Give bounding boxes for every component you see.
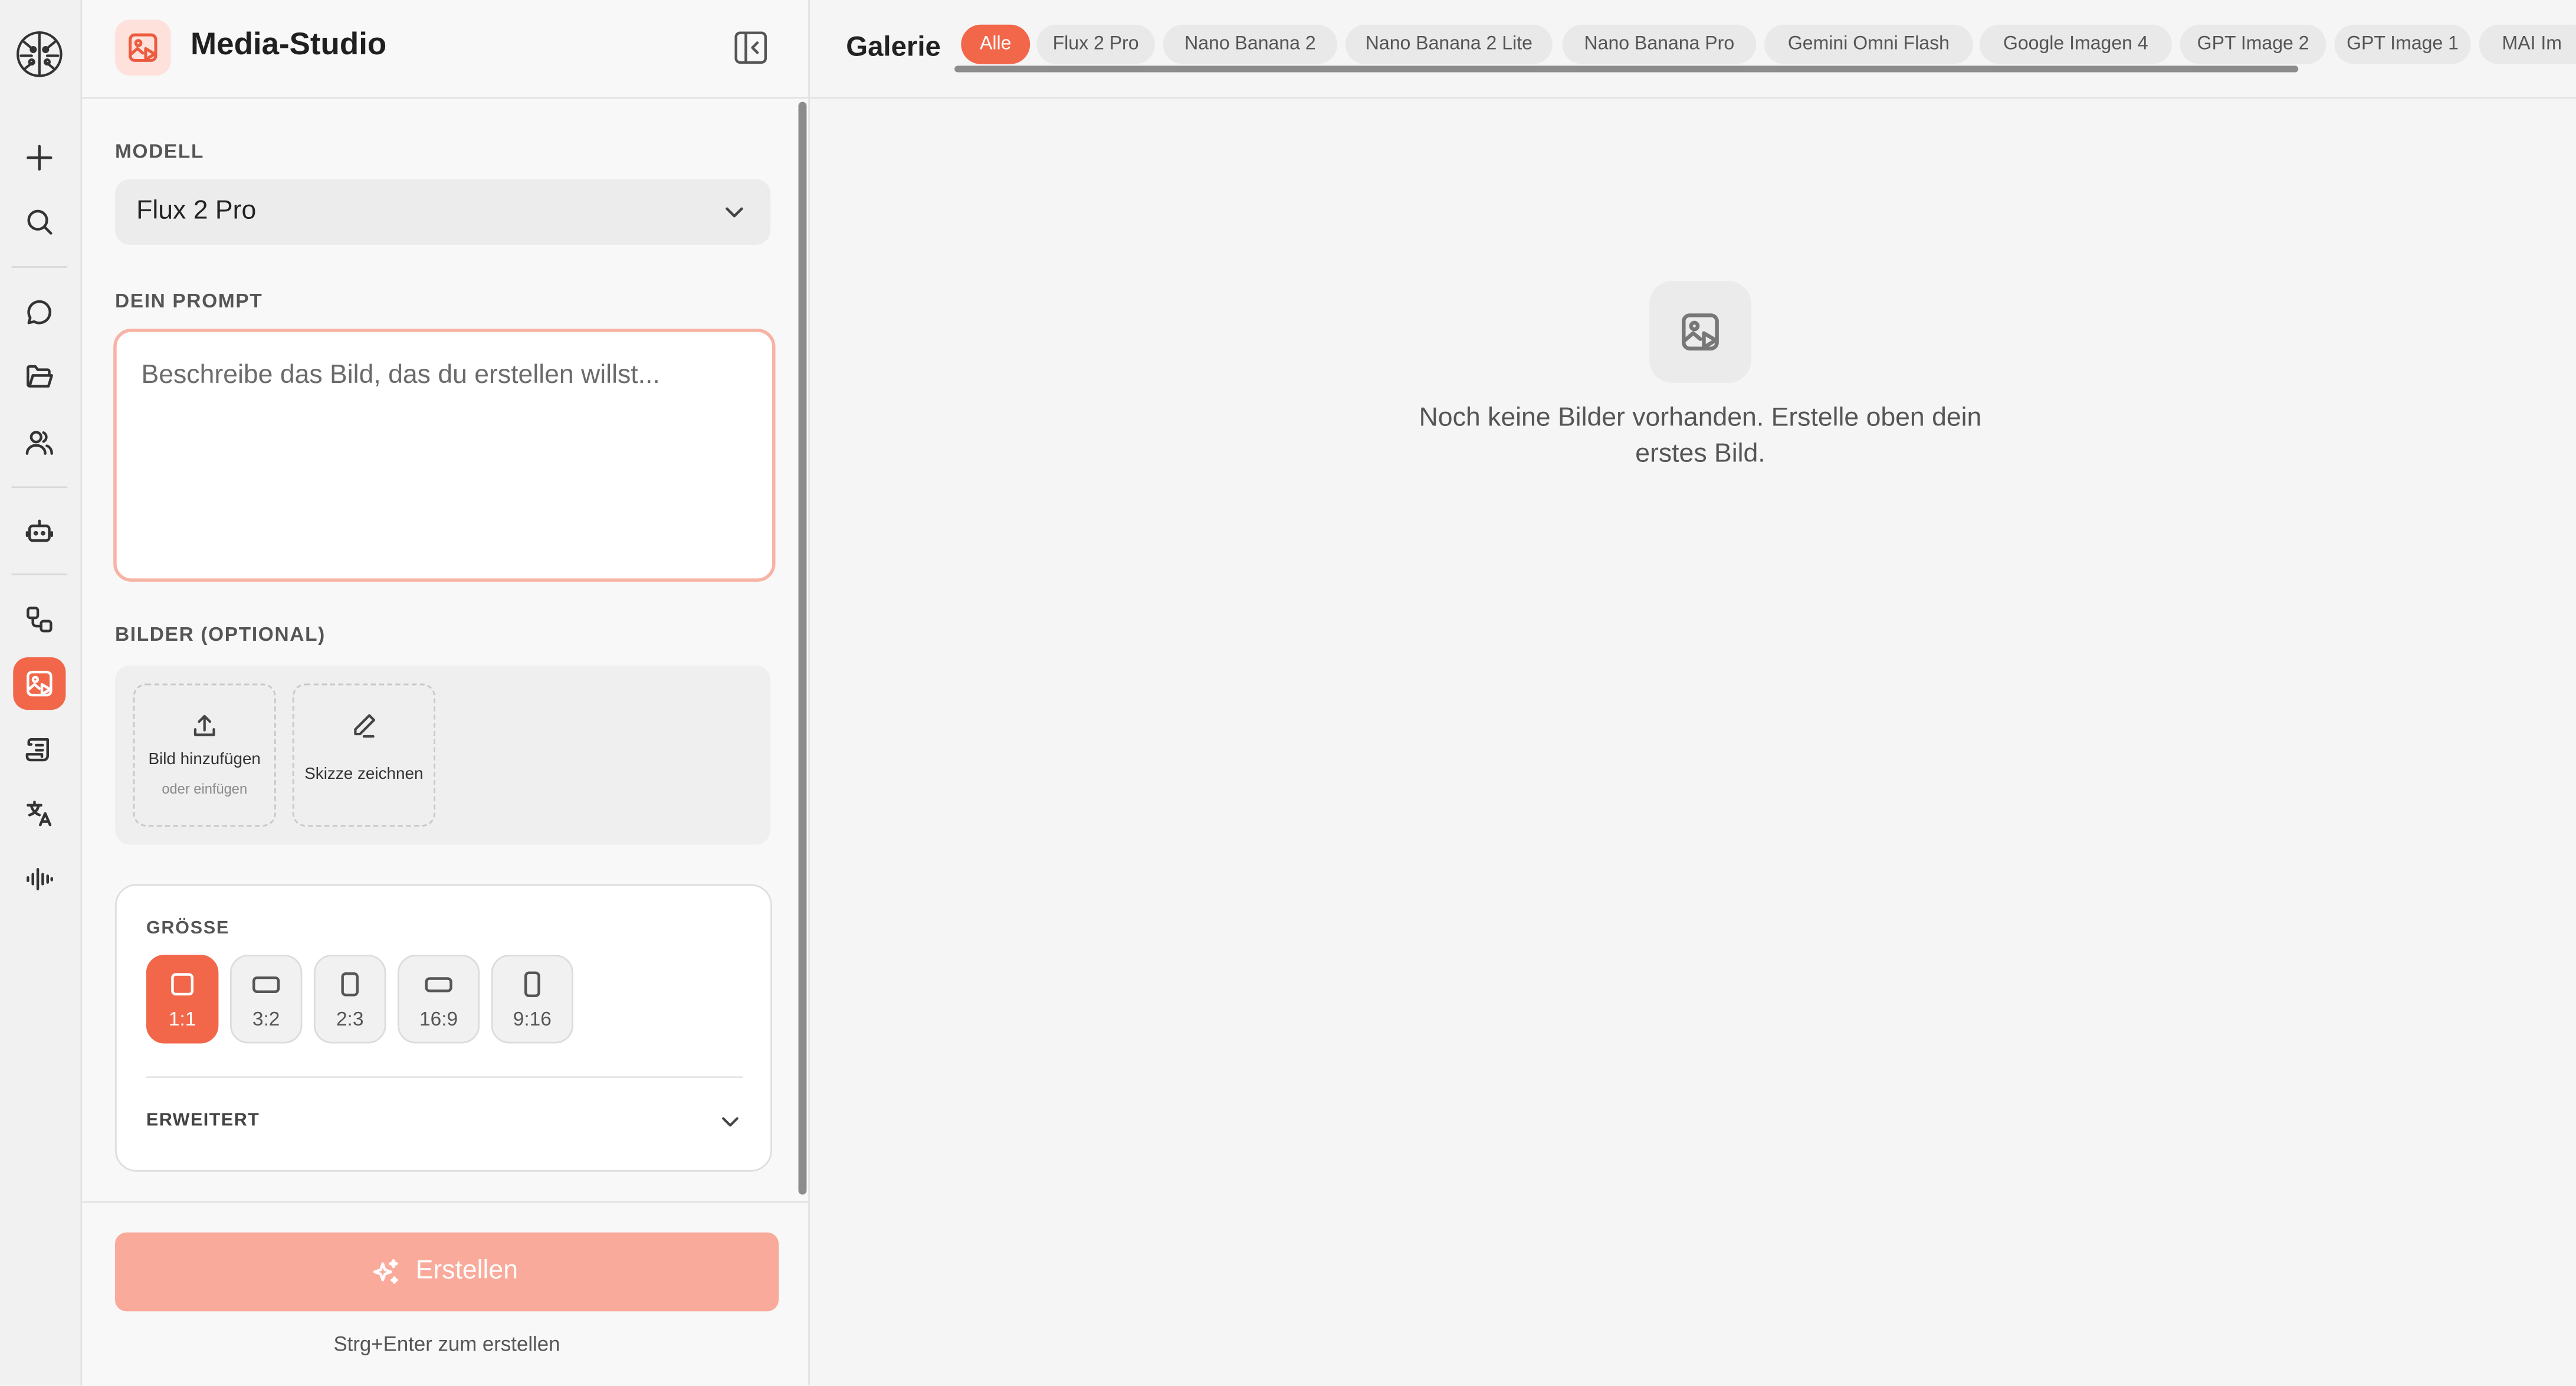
chevron-down-icon[interactable] — [718, 1109, 743, 1134]
size-option-2-3[interactable]: 2:3 — [313, 955, 386, 1044]
chevron-down-icon — [721, 199, 748, 225]
empty-gallery-image-icon — [1649, 281, 1751, 383]
model-select-value: Flux 2 Pro — [136, 197, 257, 225]
size-option-label: 9:16 — [513, 1007, 552, 1031]
gallery-filter-bar: Galerie Alle Flux 2 Pro Nano Banana 2 Na… — [810, 0, 2576, 99]
gallery-title: Galerie — [846, 31, 941, 63]
images-dropzone-area: Bild hinzufügen oder einfügen Skizze zei… — [114, 665, 771, 845]
plus-icon[interactable] — [13, 132, 65, 184]
audio-waveform-icon[interactable] — [13, 853, 65, 905]
size-option-label: 3:2 — [252, 1007, 280, 1031]
landscape-ratio-icon — [251, 971, 281, 998]
add-image-button[interactable]: Bild hinzufügen oder einfügen — [133, 683, 276, 827]
icon-rail — [0, 0, 83, 1385]
create-button[interactable]: Erstellen — [114, 1232, 779, 1312]
empty-gallery-message: Noch keine Bilder vorhanden. Erstelle ob… — [1419, 404, 1982, 468]
search-icon[interactable] — [13, 195, 65, 248]
filter-chip-flux-2-pro[interactable]: Flux 2 Pro — [1036, 24, 1155, 64]
size-label: GRÖSSE — [146, 918, 229, 939]
rail-divider — [11, 486, 68, 489]
folder-icon[interactable] — [13, 350, 65, 402]
add-image-sublabel: oder einfügen — [162, 780, 248, 797]
draw-sketch-label: Skizze zeichnen — [304, 765, 424, 784]
scroll-document-icon[interactable] — [13, 723, 65, 775]
prompt-placeholder: Beschreibe das Bild, das du erstellen wi… — [141, 361, 660, 390]
collapse-panel-icon[interactable] — [733, 30, 769, 65]
portrait-ratio-icon — [337, 971, 363, 998]
chat-icon[interactable] — [13, 286, 65, 339]
rail-divider — [11, 573, 68, 575]
upload-icon — [191, 712, 218, 739]
media-studio-logo-icon — [114, 19, 171, 76]
filter-chip-nano-banana-pro[interactable]: Nano Banana Pro — [1562, 24, 1757, 64]
workflow-icon[interactable] — [13, 593, 65, 646]
shortcut-hint: Strg+Enter zum erstellen — [333, 1332, 560, 1356]
pencil-icon — [350, 712, 378, 739]
size-option-label: 16:9 — [419, 1007, 458, 1031]
filter-chip-gpt-image-2[interactable]: GPT Image 2 — [2180, 24, 2326, 64]
size-option-3-2[interactable]: 3:2 — [229, 955, 303, 1044]
square-ratio-icon — [169, 971, 196, 998]
panel-footer-divider — [82, 1201, 809, 1203]
model-label: MODELL — [114, 139, 205, 163]
model-select[interactable]: Flux 2 Pro — [114, 179, 771, 245]
size-settings-card: GRÖSSE 1:1 3:2 2:3 16:9 9:16 ERWEITERT — [114, 884, 772, 1172]
panel-header: Media-Studio — [82, 0, 809, 99]
filter-bar-scrollbar[interactable] — [954, 65, 2299, 73]
filter-chip-mai-image[interactable]: MAI Im — [2479, 24, 2576, 64]
add-image-label: Bild hinzufügen — [148, 751, 261, 769]
translate-icon[interactable] — [13, 787, 65, 840]
media-studio-panel: Media-Studio MODELL Flux 2 Pro DEIN PROM… — [82, 0, 810, 1385]
filter-chip-alle[interactable]: Alle — [961, 24, 1031, 64]
tall-portrait-ratio-icon — [519, 971, 546, 998]
create-button-label: Erstellen — [415, 1257, 518, 1285]
size-option-1-1[interactable]: 1:1 — [146, 955, 219, 1044]
filter-chip-nano-banana-2[interactable]: Nano Banana 2 — [1163, 24, 1337, 64]
size-option-label: 1:1 — [168, 1007, 196, 1031]
prompt-label: DEIN PROMPT — [114, 289, 263, 313]
prompt-textarea[interactable]: Beschreibe das Bild, das du erstellen wi… — [113, 329, 776, 582]
size-option-9-16[interactable]: 9:16 — [491, 955, 573, 1044]
panel-scrollbar[interactable] — [798, 101, 807, 1195]
filter-chip-gemini-omni-flash[interactable]: Gemini Omni Flash — [1764, 24, 1973, 64]
advanced-toggle[interactable]: ERWEITERT — [146, 1111, 260, 1131]
image-studio-icon[interactable] — [13, 657, 66, 710]
size-option-label: 2:3 — [336, 1007, 364, 1031]
draw-sketch-button[interactable]: Skizze zeichnen — [292, 683, 436, 827]
panel-title: Media-Studio — [191, 28, 387, 63]
widescreen-ratio-icon — [424, 971, 454, 998]
card-divider — [146, 1076, 743, 1078]
sparkles-icon — [371, 1257, 401, 1287]
users-icon[interactable] — [13, 416, 65, 468]
size-option-16-9[interactable]: 16:9 — [397, 955, 480, 1044]
rail-divider — [11, 266, 68, 268]
filter-chip-google-imagen-4[interactable]: Google Imagen 4 — [1979, 24, 2172, 64]
gallery-area: Galerie Alle Flux 2 Pro Nano Banana 2 Na… — [810, 0, 2576, 1385]
filter-chip-gpt-image-1[interactable]: GPT Image 1 — [2334, 24, 2471, 64]
filter-chip-nano-banana-2-lite[interactable]: Nano Banana 2 Lite — [1345, 24, 1553, 64]
robot-icon[interactable] — [13, 504, 65, 557]
app-logo-icon[interactable] — [13, 28, 65, 80]
images-label: BILDER (OPTIONAL) — [114, 622, 326, 646]
